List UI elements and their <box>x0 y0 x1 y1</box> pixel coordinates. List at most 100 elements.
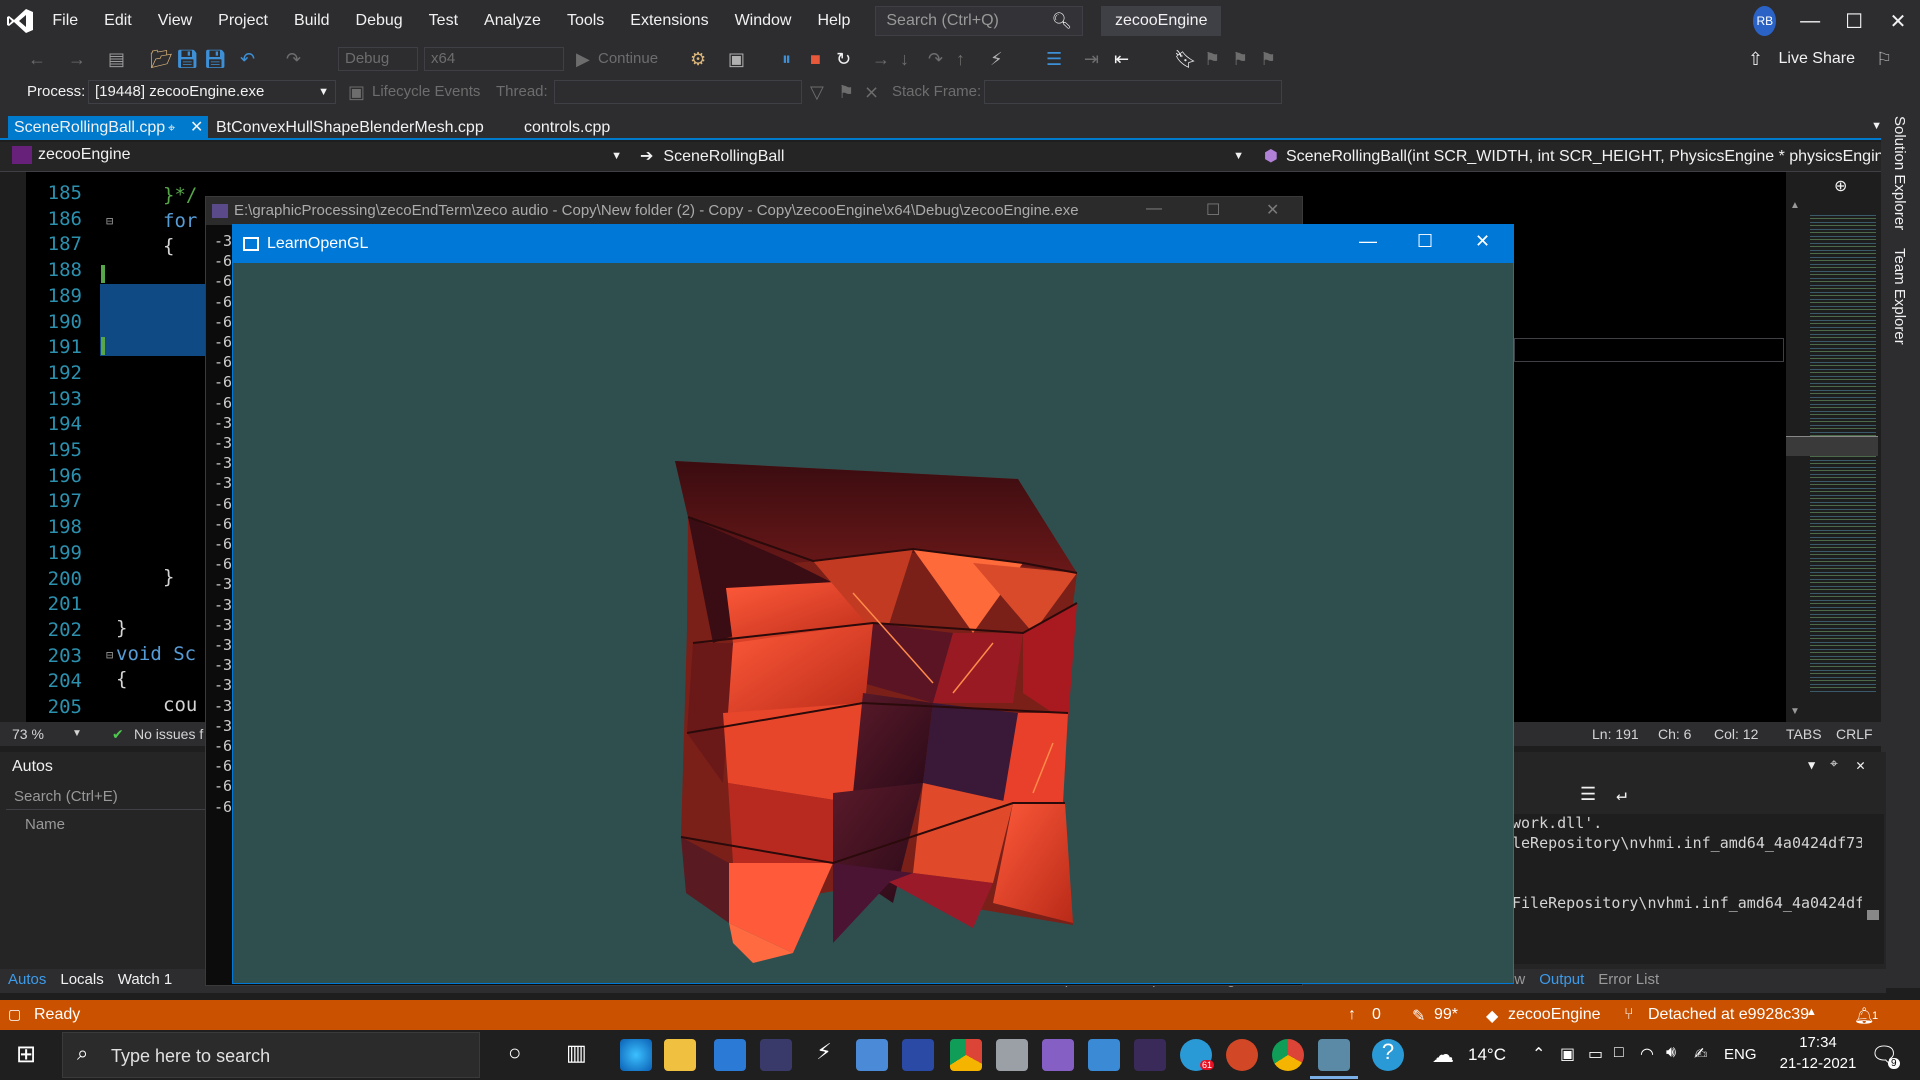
menu-help[interactable]: Help <box>804 0 863 42</box>
output-scrollbar[interactable] <box>1862 814 1884 964</box>
step-into-icon[interactable]: ↓ <box>900 48 909 70</box>
opengl-title-bar[interactable]: LearnOpenGL — ☐ ✕ <box>233 225 1513 263</box>
close-tab-icon[interactable]: ✕ <box>190 116 203 140</box>
repo-icon[interactable]: ◆ <box>1486 1006 1498 1026</box>
project-dropdown[interactable]: zecooEngine ▼ <box>12 146 628 168</box>
tab-autos[interactable]: Autos <box>8 971 46 988</box>
opengl-maximize-button[interactable]: ☐ <box>1417 231 1433 252</box>
clock[interactable]: 17:34 21-12-2021 <box>1776 1034 1860 1072</box>
zoom-level[interactable]: 73 % <box>12 726 44 742</box>
search-input[interactable]: Search (Ctrl+Q) 🔍︎ <box>875 6 1083 36</box>
output-pin-icon[interactable]: ⌖ <box>1830 756 1838 772</box>
step-out-icon[interactable]: ↑ <box>956 48 965 70</box>
opengl-window[interactable]: LearnOpenGL — ☐ ✕ <box>232 224 1514 984</box>
lifecycle-icon[interactable]: ▣ <box>348 81 365 103</box>
changes-count[interactable]: 99* <box>1434 1006 1458 1024</box>
step-over-icon[interactable]: ↷ <box>928 48 943 70</box>
powerpoint-icon[interactable] <box>1226 1039 1258 1071</box>
process-select[interactable]: [19448] zecooEngine.exe ▼ <box>88 80 336 104</box>
console-maximize-button[interactable]: ☐ <box>1206 200 1220 220</box>
menu-window[interactable]: Window <box>722 0 805 42</box>
weather-temp[interactable]: 14°C <box>1468 1045 1506 1065</box>
pin-icon[interactable]: ⌖ <box>168 116 175 140</box>
taskbar-search-box[interactable]: ⌕ Type here to search <box>62 1032 480 1078</box>
continue-button[interactable]: Continue <box>598 48 658 70</box>
avatar[interactable]: RB <box>1753 6 1777 36</box>
menu-project[interactable]: Project <box>205 0 281 42</box>
photos-icon[interactable] <box>1088 1039 1120 1071</box>
console-minimize-button[interactable]: — <box>1146 200 1162 218</box>
console-title-bar[interactable]: E:\graphicProcessing\zecoEndTerm\zeco au… <box>206 197 1302 225</box>
restart-icon[interactable]: ↻ <box>836 48 851 70</box>
wifi-icon[interactable]: ◠ <box>1640 1044 1654 1064</box>
branch-icon[interactable]: ⑂ <box>1624 1006 1634 1024</box>
scroll-down-icon[interactable]: ▼ <box>1790 706 1800 717</box>
opengl-taskbar-icon[interactable] <box>1318 1039 1350 1071</box>
console-taskbar-icon[interactable] <box>1134 1039 1166 1071</box>
opengl-close-button[interactable]: ✕ <box>1475 231 1490 252</box>
collapse-icon[interactable]: ⊟ <box>106 214 113 228</box>
tab-scenerollingball[interactable]: SceneRollingBall.cpp ⌖ ✕ <box>8 116 208 140</box>
minimize-button[interactable]: — <box>1788 0 1832 42</box>
indent-mode[interactable]: TABS <box>1786 726 1822 742</box>
line-ending[interactable]: CRLF <box>1836 726 1873 742</box>
menu-test[interactable]: Test <box>416 0 471 42</box>
comment-icon[interactable]: ☰ <box>1046 48 1062 70</box>
console-close-button[interactable]: ✕ <box>1266 200 1279 220</box>
bookmark-prev-icon[interactable]: ⚑ <box>1204 48 1220 70</box>
bookmark-clear-icon[interactable]: ⚑ <box>1260 48 1276 70</box>
store-icon[interactable] <box>760 1039 792 1071</box>
terminal-icon[interactable]: ⚡︎ <box>808 1039 840 1071</box>
menu-build[interactable]: Build <box>281 0 343 42</box>
tab-btconvexhull[interactable]: BtConvexHullShapeBlenderMesh.cpp <box>210 116 490 140</box>
output-close-icon[interactable]: ✕ <box>1856 756 1865 774</box>
hot-reload-icon[interactable]: ⚡︎ <box>990 48 1003 70</box>
tab-locals[interactable]: Locals <box>60 971 103 988</box>
tab-output[interactable]: Output <box>1539 971 1584 988</box>
feedback-icon[interactable]: ⚐ <box>1876 48 1892 70</box>
issues-status[interactable]: No issues f <box>134 726 203 742</box>
minimap-viewport[interactable] <box>1786 436 1878 456</box>
weather-cloud-icon[interactable]: ☁ <box>1432 1042 1454 1068</box>
tab-controls[interactable]: controls.cpp <box>518 116 616 140</box>
tray-chevron-icon[interactable]: ⌃ <box>1532 1044 1545 1064</box>
windows-start-icon[interactable]: ⊞ <box>16 1040 36 1069</box>
indent-icon[interactable]: ⇥ <box>1084 48 1099 70</box>
collapse-icon[interactable]: ⊟ <box>106 648 113 662</box>
maximize-button[interactable]: ☐ <box>1832 0 1876 42</box>
menu-debug[interactable]: Debug <box>343 0 416 42</box>
thread-select[interactable] <box>554 80 802 104</box>
split-icon[interactable]: ⊕ <box>1834 176 1847 196</box>
branch-dropdown-icon[interactable]: ▲ <box>1806 1006 1817 1018</box>
minimap-scrollbar[interactable]: ⊕ ▲ ▼ <box>1786 172 1881 722</box>
autos-search-input[interactable]: Search (Ctrl+E) <box>6 784 206 810</box>
battery-icon[interactable]: ▭ <box>1588 1044 1603 1064</box>
new-project-icon[interactable]: ▤ <box>108 48 125 70</box>
lifecycle-events[interactable]: Lifecycle Events <box>372 81 480 103</box>
tray-app-icon[interactable]: ▣ <box>1560 1044 1575 1064</box>
team-explorer-tab[interactable]: Team Explorer <box>1891 248 1908 345</box>
save-all-icon[interactable]: 💾︎ <box>204 48 227 70</box>
show-next-statement-icon[interactable]: → <box>872 48 890 70</box>
class-dropdown[interactable]: ➔ SceneRollingBall ▼ <box>640 146 1250 168</box>
edge-icon[interactable] <box>620 1039 652 1071</box>
output-text-area[interactable]: work.dll'. leRepository\nvhmi.inf_amd64_4… <box>1510 814 1862 964</box>
undo-icon[interactable]: ↶ <box>240 48 255 70</box>
devc-icon[interactable] <box>902 1039 934 1071</box>
live-share-button[interactable]: Live Share <box>1779 48 1856 70</box>
task-view-icon[interactable]: ▥ <box>566 1040 587 1066</box>
continue-icon[interactable]: ▶ <box>576 48 590 70</box>
network-app-icon[interactable] <box>856 1039 888 1071</box>
opengl-minimize-button[interactable]: — <box>1359 231 1377 252</box>
chrome-profile-icon[interactable] <box>1272 1039 1304 1071</box>
push-icon[interactable]: ↑ <box>1348 1006 1356 1024</box>
redo-icon[interactable]: ↷ <box>286 48 301 70</box>
configuration-select[interactable]: Debug <box>338 47 418 71</box>
file-explorer-icon[interactable] <box>664 1039 696 1071</box>
open-folder-icon[interactable]: 📂︎ <box>150 48 173 70</box>
push-count[interactable]: 0 <box>1372 1006 1381 1024</box>
clear-all-icon[interactable]: ☰ <box>1580 784 1596 805</box>
pause-icon[interactable]: ⏸︎ <box>782 48 791 70</box>
scroll-up-icon[interactable]: ▲ <box>1790 200 1800 211</box>
diagnostic-icon[interactable]: ⚙ <box>690 48 706 70</box>
